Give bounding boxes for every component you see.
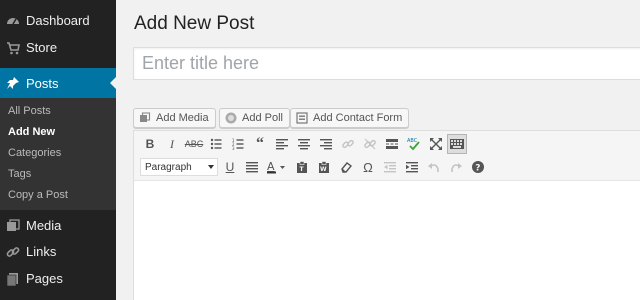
submenu-all-posts[interactable]: All Posts xyxy=(8,105,51,117)
menu-item-pages[interactable]: Pages xyxy=(0,264,116,293)
add-media-button[interactable]: Add Media xyxy=(133,108,216,128)
media-icon xyxy=(139,112,151,124)
menu-label-posts: Posts xyxy=(26,75,59,91)
menu-label-links: Links xyxy=(26,244,57,259)
chevron-down-icon xyxy=(208,165,214,169)
help-icon[interactable]: ? xyxy=(469,158,487,176)
numbered-list-icon[interactable]: 123 xyxy=(229,135,247,153)
add-contact-form-label: Add Contact Form xyxy=(313,112,403,124)
strikethrough-icon[interactable]: ABC xyxy=(185,135,204,153)
menu-label-dashboard: Dashboard xyxy=(26,13,90,28)
outdent-icon[interactable] xyxy=(381,158,399,176)
poll-icon xyxy=(225,112,237,124)
paste-word-icon[interactable]: W xyxy=(315,158,333,176)
bullet-list-icon[interactable] xyxy=(207,135,225,153)
submenu-categories[interactable]: Categories xyxy=(8,147,61,159)
menu-label-media: Media xyxy=(26,218,62,233)
bold-icon[interactable]: B xyxy=(141,135,159,153)
format-select-value: Paragraph xyxy=(145,161,192,173)
clear-formatting-icon[interactable] xyxy=(337,158,355,176)
add-contact-form-button[interactable]: Add Contact Form xyxy=(290,108,410,128)
redo-icon[interactable] xyxy=(447,158,465,176)
toolbar-toggle-icon[interactable] xyxy=(447,134,467,154)
post-editor[interactable]: B I ABC 123 “ ABC Paragraph U A T W Ω ? xyxy=(133,130,640,300)
underline-icon[interactable]: U xyxy=(221,158,239,176)
menu-label-store: Store xyxy=(26,40,58,55)
italic-icon[interactable]: I xyxy=(163,135,181,153)
blockquote-icon[interactable]: “ xyxy=(251,135,269,153)
svg-text:A: A xyxy=(267,160,275,173)
cart-icon xyxy=(6,41,20,55)
indent-icon[interactable] xyxy=(403,158,421,176)
submenu-copy-a-post[interactable]: Copy a Post xyxy=(8,189,68,201)
undo-icon[interactable] xyxy=(425,158,443,176)
menu-item-posts[interactable]: Posts xyxy=(0,68,116,98)
fullscreen-icon[interactable] xyxy=(427,135,445,153)
submenu-tags[interactable]: Tags xyxy=(8,168,31,180)
admin-sidebar: Dashboard Store Posts All Posts Add New … xyxy=(0,0,116,300)
add-poll-label: Add Poll xyxy=(242,112,283,124)
editor-content-area[interactable] xyxy=(134,182,640,300)
submenu-add-new[interactable]: Add New xyxy=(8,126,55,138)
text-color-icon[interactable]: A xyxy=(265,158,289,176)
menu-item-store[interactable]: Store xyxy=(0,33,116,62)
svg-text:?: ? xyxy=(475,164,480,174)
paste-text-icon[interactable]: T xyxy=(293,158,311,176)
read-more-icon[interactable] xyxy=(383,135,401,153)
pin-icon xyxy=(6,76,20,90)
menu-item-dashboard[interactable]: Dashboard xyxy=(0,6,116,35)
menu-label-pages: Pages xyxy=(26,271,63,286)
links-icon xyxy=(6,245,20,259)
special-character-icon[interactable]: Ω xyxy=(359,158,377,176)
add-poll-button[interactable]: Add Poll xyxy=(219,108,290,128)
justify-icon[interactable] xyxy=(243,158,261,176)
pages-icon xyxy=(6,272,20,286)
page-title: Add New Post xyxy=(134,13,255,34)
dashboard-icon xyxy=(6,14,20,28)
menu-item-media[interactable]: Media xyxy=(0,211,116,240)
menu-item-links[interactable]: Links xyxy=(0,237,116,266)
align-left-icon[interactable] xyxy=(273,135,291,153)
svg-text:3: 3 xyxy=(232,146,235,150)
align-center-icon[interactable] xyxy=(295,135,313,153)
add-media-label: Add Media xyxy=(156,112,209,124)
posts-submenu: All Posts Add New Categories Tags Copy a… xyxy=(0,98,116,210)
svg-text:W: W xyxy=(320,166,327,173)
spellcheck-icon[interactable]: ABC xyxy=(405,135,423,153)
format-select[interactable]: Paragraph xyxy=(140,158,218,176)
insert-link-icon[interactable] xyxy=(339,135,357,153)
unlink-icon[interactable] xyxy=(361,135,379,153)
align-right-icon[interactable] xyxy=(317,135,335,153)
media-icon xyxy=(6,218,20,233)
post-title-input[interactable] xyxy=(133,47,640,80)
svg-text:ABC: ABC xyxy=(407,138,418,144)
editor-toolbar: B I ABC 123 “ ABC Paragraph U A T W Ω ? xyxy=(134,131,640,181)
contact-form-icon xyxy=(296,112,308,124)
